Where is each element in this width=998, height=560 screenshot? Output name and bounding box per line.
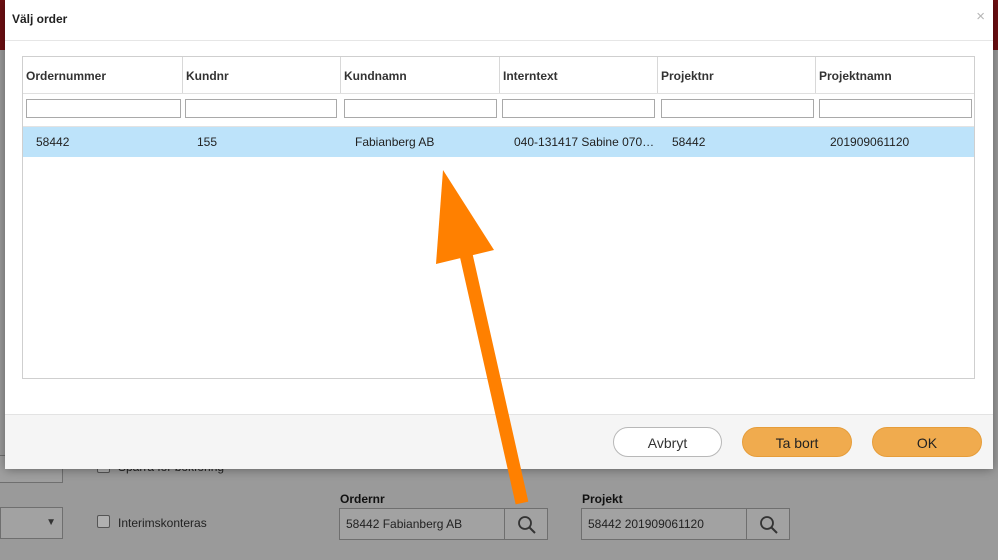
column-header-interntext[interactable]: Interntext	[499, 57, 657, 93]
grid-header: Ordernummer Kundnr Kundnamn Interntext P…	[23, 57, 974, 94]
filter-projektnr-input[interactable]	[661, 99, 814, 118]
cell-kundnamn: Fabianberg AB	[355, 135, 435, 149]
chevron-down-icon: ▼	[46, 517, 56, 528]
filter-kundnamn-input[interactable]	[344, 99, 497, 118]
column-header-projektnamn[interactable]: Projektnamn	[815, 57, 974, 93]
filter-row	[23, 93, 974, 127]
cancel-button[interactable]: Avbryt	[613, 427, 722, 457]
table-row[interactable]: 58442 155 Fabianberg AB 040-131417 Sabin…	[23, 127, 974, 157]
ordernr-input[interactable]: 58442 Fabianberg AB	[339, 508, 505, 540]
order-grid: Ordernummer Kundnr Kundnamn Interntext P…	[22, 56, 975, 379]
dialog-title: Välj order	[12, 12, 68, 26]
column-header-ordernummer[interactable]: Ordernummer	[23, 57, 182, 93]
projekt-search-button[interactable]	[746, 508, 790, 540]
ordernr-label: Ordernr	[340, 492, 385, 506]
column-header-kundnr[interactable]: Kundnr	[182, 57, 340, 93]
cell-ordernummer: 58442	[36, 135, 70, 149]
interim-label: Interimskonteras	[118, 516, 207, 530]
search-icon	[760, 516, 778, 534]
cell-kundnr: 155	[197, 135, 218, 149]
column-header-projektnr[interactable]: Projektnr	[657, 57, 815, 93]
cell-projektnr: 58442	[672, 135, 706, 149]
dialog-header: Välj order ×	[5, 0, 993, 41]
projekt-label: Projekt	[582, 492, 623, 506]
column-header-kundnamn[interactable]: Kundnamn	[340, 57, 499, 93]
ok-button[interactable]: OK	[872, 427, 982, 457]
dialog-footer: Avbryt Ta bort OK	[5, 414, 993, 469]
cell-interntext: 040-131417 Sabine 070…	[514, 135, 654, 149]
interim-checkbox[interactable]	[97, 515, 110, 528]
filter-kundnr-input[interactable]	[185, 99, 337, 118]
close-icon[interactable]: ×	[976, 8, 985, 25]
filter-projektnamn-input[interactable]	[819, 99, 972, 118]
select-order-dialog: Välj order × Ordernummer Kundnr Kundnamn…	[5, 0, 993, 469]
background-dropdown[interactable]: ▼	[0, 507, 63, 539]
projekt-input[interactable]: 58442 201909061120	[581, 508, 747, 540]
filter-interntext-input[interactable]	[502, 99, 655, 118]
remove-button[interactable]: Ta bort	[742, 427, 852, 457]
cell-projektnamn: 201909061120	[830, 135, 910, 149]
ordernr-search-button[interactable]	[504, 508, 548, 540]
filter-ordernummer-input[interactable]	[26, 99, 181, 118]
search-icon	[518, 516, 536, 534]
